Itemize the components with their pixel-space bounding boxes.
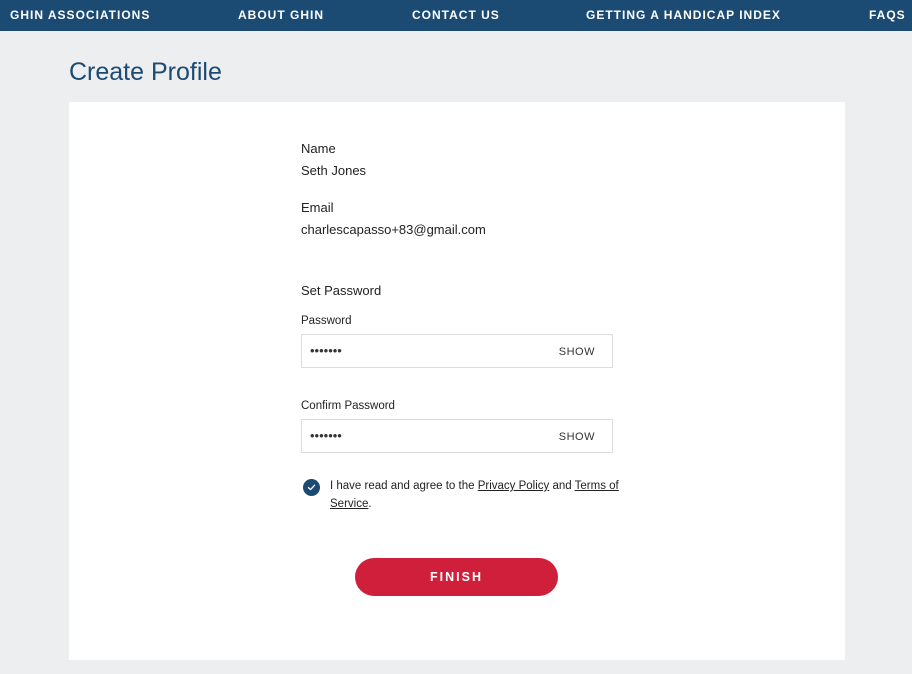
- name-label: Name: [301, 141, 336, 156]
- show-password-button[interactable]: SHOW: [559, 346, 595, 358]
- privacy-policy-link[interactable]: Privacy Policy: [478, 480, 550, 492]
- confirm-password-masked-value: •••••••: [310, 428, 342, 443]
- confirm-password-label: Confirm Password: [301, 400, 395, 412]
- top-navigation: GHIN ASSOCIATIONS ABOUT GHIN CONTACT US …: [0, 0, 912, 31]
- agreement-text-before: I have read and agree to the: [330, 480, 478, 492]
- password-label: Password: [301, 315, 352, 327]
- page-title: Create Profile: [69, 58, 222, 86]
- nav-contact-us[interactable]: CONTACT US: [412, 9, 500, 22]
- password-field[interactable]: ••••••• SHOW: [301, 334, 613, 368]
- nav-getting-handicap-index[interactable]: GETTING A HANDICAP INDEX: [586, 9, 781, 22]
- agree-checkbox[interactable]: [303, 479, 320, 496]
- nav-about-ghin[interactable]: ABOUT GHIN: [238, 9, 324, 22]
- agreement-text-middle: and: [549, 480, 575, 492]
- password-masked-value: •••••••: [310, 343, 342, 358]
- profile-form-card: Name Seth Jones Email charlescapasso+83@…: [69, 102, 845, 660]
- nav-faqs[interactable]: FAQS: [869, 9, 906, 22]
- finish-button[interactable]: FINISH: [355, 558, 558, 596]
- show-confirm-password-button[interactable]: SHOW: [559, 431, 595, 443]
- set-password-heading: Set Password: [301, 283, 382, 298]
- email-value: charlescapasso+83@gmail.com: [301, 222, 486, 237]
- nav-ghin-associations[interactable]: GHIN ASSOCIATIONS: [10, 9, 150, 22]
- agreement-text-after: .: [368, 498, 372, 510]
- confirm-password-field[interactable]: ••••••• SHOW: [301, 419, 613, 453]
- name-value: Seth Jones: [301, 163, 367, 178]
- email-label: Email: [301, 200, 334, 215]
- agreement-text: I have read and agree to the Privacy Pol…: [330, 477, 620, 513]
- checkmark-icon: [307, 484, 316, 491]
